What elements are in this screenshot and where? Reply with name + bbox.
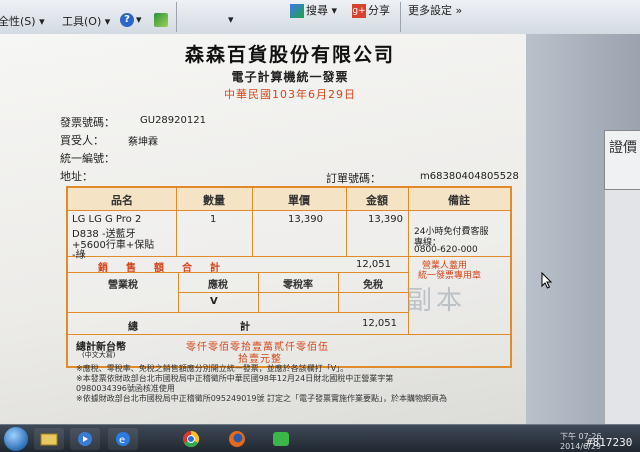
chevron-down-icon: ▾ [136,13,142,26]
note-line: ※應稅、零稅率、免稅之銷售額應分別開立統一發票，並應於各該欄打「V」。 [76,364,349,373]
header-unit-price: 單價 [288,194,310,207]
note-line: ※依據財政部台北市國稅局中正稽徵所095249019號 訂定之「電子發票實施作業… [76,394,448,403]
help-icon: ? [120,13,134,27]
search-icon [290,4,304,18]
line-app-icon[interactable] [266,428,296,450]
watermark: #817230 [586,436,633,449]
toolbar-divider [400,2,401,32]
grand-total-value: 12,051 [362,318,397,329]
browser-toolbar: 全性(S) ▾ 工具(O) ▾ ? ▾ ▾ 搜尋 ▾ g+ 分享 更多設定 » [0,0,640,35]
invoice-date: 中華民國103年6月29日 [224,88,356,101]
ntd-words-2: 拾壹元整 [238,354,282,365]
chevron-down-icon: ▾ [101,15,111,28]
media-player-icon[interactable] [70,428,100,450]
item-qty: 1 [210,214,217,225]
tax-taxable-header: 應稅 [208,280,228,291]
invoice-no: GU28920121 [140,115,206,126]
start-button[interactable] [4,427,28,451]
company-name: 森森百貨股份有限公司 [184,44,395,66]
sales-total-label: 銷 售 額 合 計 [98,263,224,274]
svg-text:e: e [119,435,125,446]
tax-id-label: 統一編號： [60,152,115,165]
more-settings-button[interactable]: 更多設定 » [408,2,462,18]
tools-menu[interactable]: 工具(O) ▾ [62,13,110,29]
share-button[interactable]: g+ 分享 [352,2,390,18]
firefox-icon[interactable] [222,428,252,450]
page-menu[interactable]: 全性(S) ▾ [0,13,45,29]
buyer-label: 買受人： [60,134,104,147]
invoice-subtitle: 電子計算機統一發票 [231,70,349,84]
explorer-icon[interactable] [34,428,64,450]
tax-zero-rate-header: 零稅率 [283,280,313,291]
tax-label: 營業稅 [108,280,138,291]
header-amount: 金額 [366,194,388,207]
taxable-mark: V [210,296,218,307]
buyer-name: 蔡坤霖 [128,137,158,148]
grand-total-label: 總 計 [128,322,254,333]
note-line: 0980034396號函核准使用 [76,384,175,393]
item-name-line: -綠 [72,250,86,261]
ie-browser-icon[interactable]: e [108,428,138,450]
address-label: 地址： [60,170,93,183]
chrome-icon[interactable] [176,428,206,450]
side-card-body [604,166,640,426]
copy-stamp: 副本 [406,286,467,316]
side-card[interactable]: 證價 [604,130,640,190]
invoice-table: 品名 數量 單價 金額 備註 LG LG G Pro 2 D838 -送藍牙 +… [66,186,512,368]
note-line: ※本發票依財政部台北市國稅局中正稽徵所中華民國98年12月24日財北國稅中正營業… [76,374,394,383]
order-no-label: 訂單號碼： [326,172,381,185]
header-qty: 數量 [203,194,225,207]
invoice-no-label: 發票號碼： [60,116,115,129]
toolbar-divider [176,2,177,32]
item-unit-price: 13,390 [288,214,323,225]
order-no: m68380404805528 [420,171,519,182]
help-menu[interactable]: ? ▾ [120,13,142,27]
item-name-line: LG LG G Pro 2 [72,214,142,225]
chevron-down-icon: ▾ [328,4,338,17]
google-plus-icon: g+ [352,4,366,18]
screen: 全性(S) ▾ 工具(O) ▾ ? ▾ ▾ 搜尋 ▾ g+ 分享 更多設定 » 證價… [0,0,640,452]
tax-exempt-header: 免稅 [363,280,383,291]
taskbar: e 下午 07:26 2014/6/29 [0,424,640,452]
search-button[interactable]: 搜尋 ▾ [290,2,337,18]
toolbar-extension-icon[interactable] [154,13,170,27]
mouse-cursor-icon [541,272,553,289]
sales-total-value: 12,051 [356,259,391,270]
remark-hotline: 0800-620-000 [414,245,478,255]
ntd-sub-label: (中文大寫) [82,351,116,359]
invoice-notes: ※應稅、零稅率、免稅之銷售額應分別開立統一發票，並應於各該欄打「V」。 ※本發票… [76,364,496,404]
chevron-down-icon: ▾ [35,15,45,28]
header-item-name: 品名 [111,194,133,207]
item-amount: 13,390 [368,214,403,225]
header-remarks: 備註 [448,194,470,207]
toolbar-arrow-icon[interactable]: ▾ [228,13,234,26]
